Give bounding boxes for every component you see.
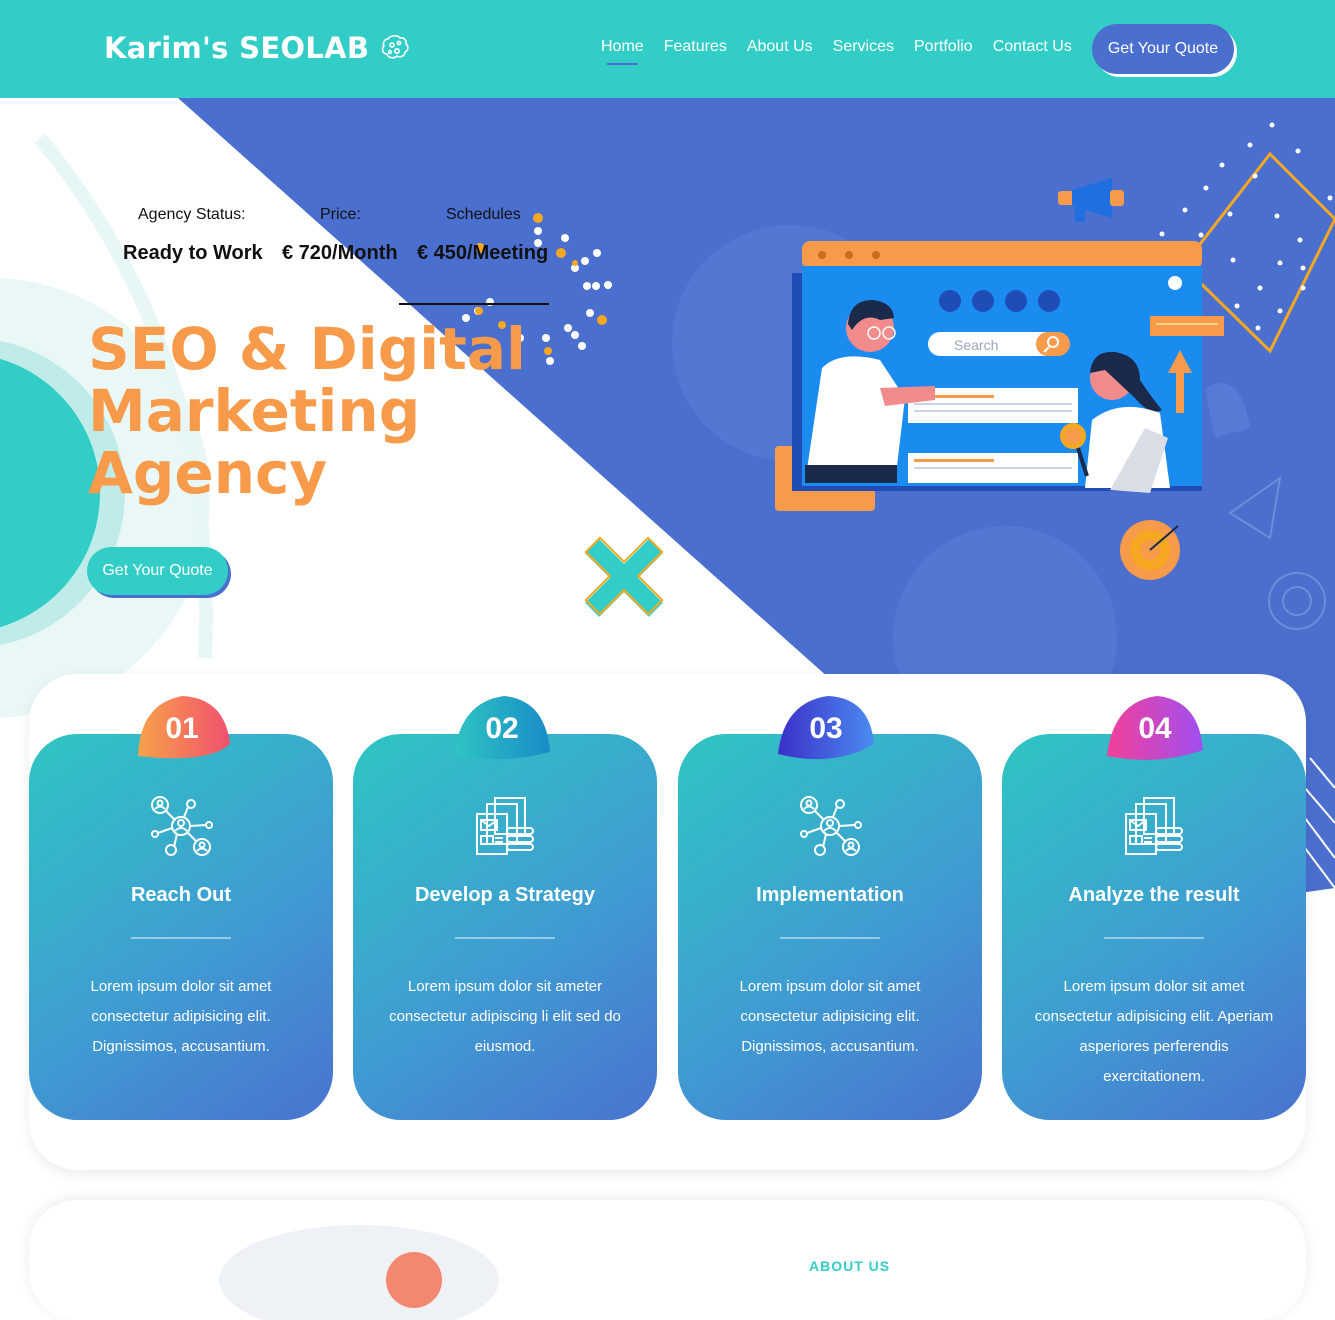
step-divider: [131, 937, 231, 939]
hero-title-line: Marketing: [88, 377, 421, 445]
about-illustration: [219, 1225, 499, 1320]
status-label: Agency Status:: [138, 206, 246, 223]
main-nav: Home Features About Us Services Portfoli…: [601, 38, 1072, 65]
status-value: Ready to Work: [123, 242, 263, 264]
step-divider: [1104, 937, 1204, 939]
step-card: 02 Develop a Strategy Lorem ipsum dolor …: [353, 696, 657, 1120]
step-title: Analyze the result: [1068, 884, 1240, 906]
step-description: Lorem ipsum dolor sit amet consectetur a…: [1034, 978, 1274, 1085]
hero-title-line: Agency: [88, 439, 328, 507]
get-quote-button[interactable]: Get Your Quote: [1092, 24, 1234, 74]
schedules-value: € 450/Meeting: [417, 242, 549, 264]
about-label: ABOUT US: [809, 1258, 891, 1274]
nav-portfolio[interactable]: Portfolio: [914, 38, 973, 56]
schedules-label: Schedules: [446, 206, 521, 223]
stats-divider: [399, 303, 549, 305]
step-title: Reach Out: [130, 884, 232, 906]
step-card: 03 Implementation Lorem ipsum dolor sit …: [678, 696, 982, 1120]
documents-icon: [476, 797, 534, 855]
documents-icon: [1125, 797, 1183, 855]
nav-contact-us[interactable]: Contact Us: [993, 38, 1072, 56]
step-description: Lorem ipsum dolor sit ameter consectetur…: [389, 978, 621, 1055]
network-icon: [151, 796, 213, 856]
brand-logo[interactable]: Karim's SEOLAB: [104, 31, 411, 65]
step-card: 04 Analyze the result Lorem ipsum dolor …: [1002, 696, 1306, 1120]
step-number-badge: 01: [130, 694, 234, 764]
about-section: ABOUT US: [29, 1200, 1306, 1320]
step-description: Lorem ipsum dolor sit amet consectetur a…: [90, 978, 272, 1055]
step-title: Develop a Strategy: [414, 884, 596, 906]
nav-home[interactable]: Home: [601, 38, 644, 65]
step-description: Lorem ipsum dolor sit amet consectetur a…: [739, 978, 921, 1055]
step-card: 01 Reach Out Lorem ipsum dolor sit amet …: [29, 696, 333, 1120]
illustration-search: Search: [954, 337, 998, 353]
nav-about-us[interactable]: About Us: [747, 38, 813, 56]
step-title: Implementation: [756, 884, 904, 906]
hero-title-line: SEO & Digital: [88, 315, 526, 383]
nav-services[interactable]: Services: [833, 38, 894, 56]
hero-quote-button[interactable]: Get Your Quote: [87, 547, 228, 595]
hero-title: SEO & Digital Marketing Agency: [88, 318, 608, 504]
site-header: Karim's SEOLAB Home Features About Us Se…: [0, 0, 1335, 98]
step-number-badge: 04: [1103, 694, 1207, 764]
step-divider: [780, 937, 880, 939]
nav-features[interactable]: Features: [664, 38, 727, 56]
network-icon: [800, 796, 862, 856]
process-steps: 01 Reach Out Lorem ipsum dolor sit amet …: [29, 674, 1306, 1170]
price-value: € 720/Month: [282, 242, 398, 264]
price-label: Price:: [320, 206, 361, 223]
brand-name: Karim's SEOLAB: [104, 31, 370, 65]
step-divider: [455, 937, 555, 939]
step-number-badge: 03: [774, 694, 878, 764]
step-number-badge: 02: [450, 694, 554, 764]
brain-icon: [382, 35, 409, 59]
